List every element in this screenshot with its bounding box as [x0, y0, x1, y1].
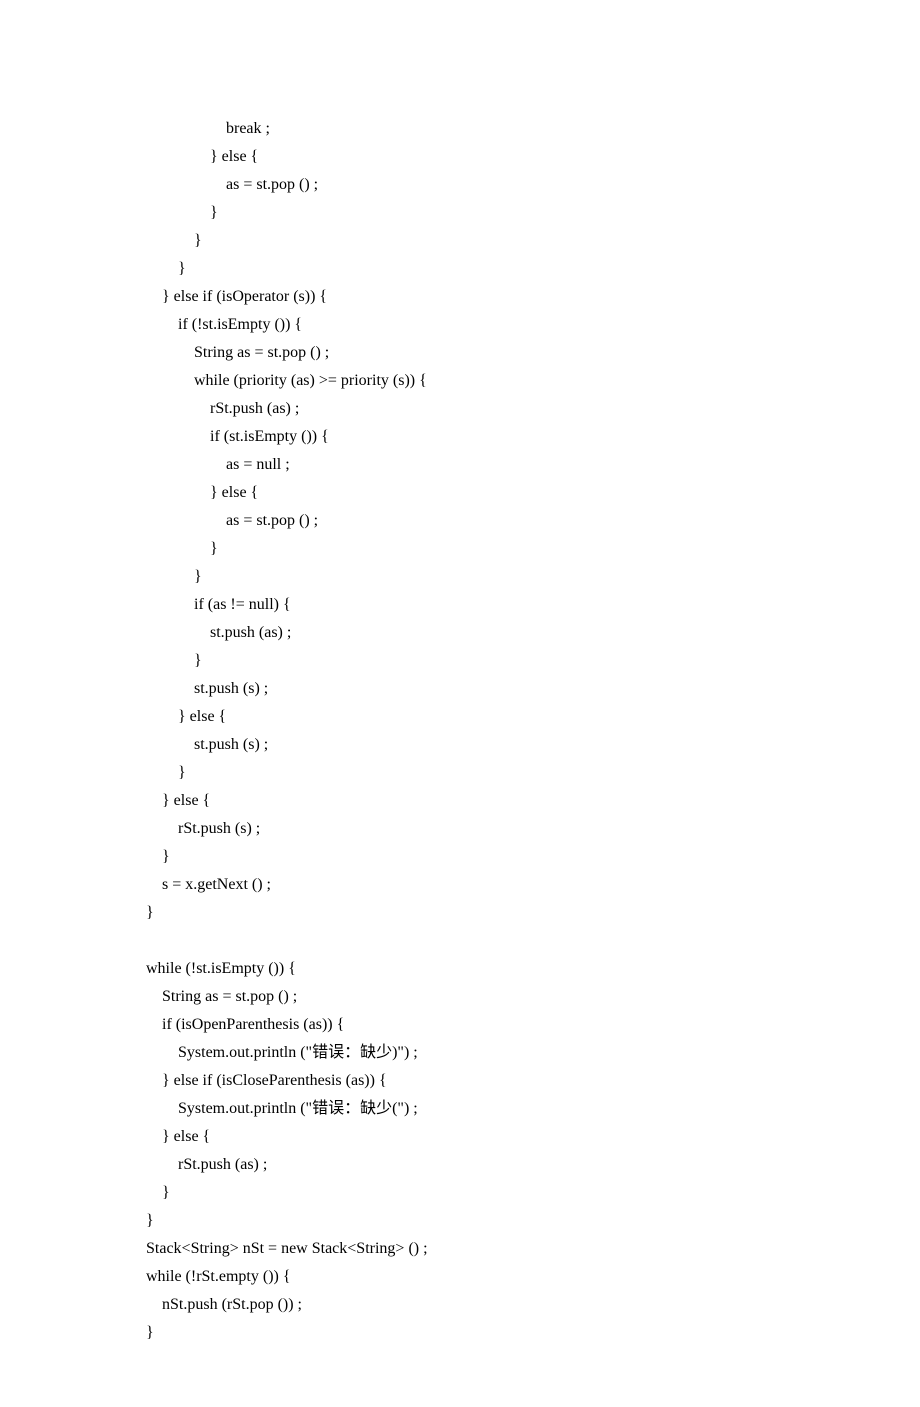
- code-line: } else {: [130, 1123, 850, 1151]
- code-line: rSt.push (as) ;: [130, 395, 850, 423]
- code-line: }: [130, 563, 850, 591]
- code-line: nSt.push (rSt.pop ()) ;: [130, 1291, 850, 1319]
- code-line: }: [130, 199, 850, 227]
- code-line: break ;: [130, 115, 850, 143]
- code-line: String as = st.pop () ;: [130, 339, 850, 367]
- code-line: st.push (as) ;: [130, 619, 850, 647]
- code-line: }: [130, 759, 850, 787]
- code-line: }: [130, 1319, 850, 1347]
- code-line: rSt.push (s) ;: [130, 815, 850, 843]
- code-block: break ; } else { as = st.pop () ; } } } …: [0, 0, 920, 1407]
- code-line: }: [130, 899, 850, 927]
- code-line: rSt.push (as) ;: [130, 1151, 850, 1179]
- code-line: System.out.println ("错误：缺少(") ;: [130, 1095, 850, 1123]
- code-line: st.push (s) ;: [130, 731, 850, 759]
- code-line: } else {: [130, 479, 850, 507]
- code-line: }: [130, 227, 850, 255]
- code-line: as = null ;: [130, 451, 850, 479]
- code-line: }: [130, 535, 850, 563]
- code-line: [130, 927, 850, 955]
- code-line: st.push (s) ;: [130, 675, 850, 703]
- code-line: while (priority (as) >= priority (s)) {: [130, 367, 850, 395]
- code-line: } else {: [130, 143, 850, 171]
- code-line: }: [130, 255, 850, 283]
- code-line: }: [130, 1179, 850, 1207]
- code-line: String as = st.pop () ;: [130, 983, 850, 1011]
- code-line: System.out.println ("错误：缺少)") ;: [130, 1039, 850, 1067]
- code-line: } else {: [130, 787, 850, 815]
- code-line: }: [130, 1207, 850, 1235]
- code-line: } else {: [130, 703, 850, 731]
- code-line: if (isOpenParenthesis (as)) {: [130, 1011, 850, 1039]
- code-line: }: [130, 843, 850, 871]
- code-line: } else if (isCloseParenthesis (as)) {: [130, 1067, 850, 1095]
- code-line: as = st.pop () ;: [130, 507, 850, 535]
- code-line: if (as != null) {: [130, 591, 850, 619]
- code-line: s = x.getNext () ;: [130, 871, 850, 899]
- code-line: if (st.isEmpty ()) {: [130, 423, 850, 451]
- code-line: if (!st.isEmpty ()) {: [130, 311, 850, 339]
- code-line: Stack<String> nSt = new Stack<String> ()…: [130, 1235, 850, 1263]
- code-line: as = st.pop () ;: [130, 171, 850, 199]
- code-line: } else if (isOperator (s)) {: [130, 283, 850, 311]
- code-line: }: [130, 647, 850, 675]
- code-line: while (!st.isEmpty ()) {: [130, 955, 850, 983]
- code-line: while (!rSt.empty ()) {: [130, 1263, 850, 1291]
